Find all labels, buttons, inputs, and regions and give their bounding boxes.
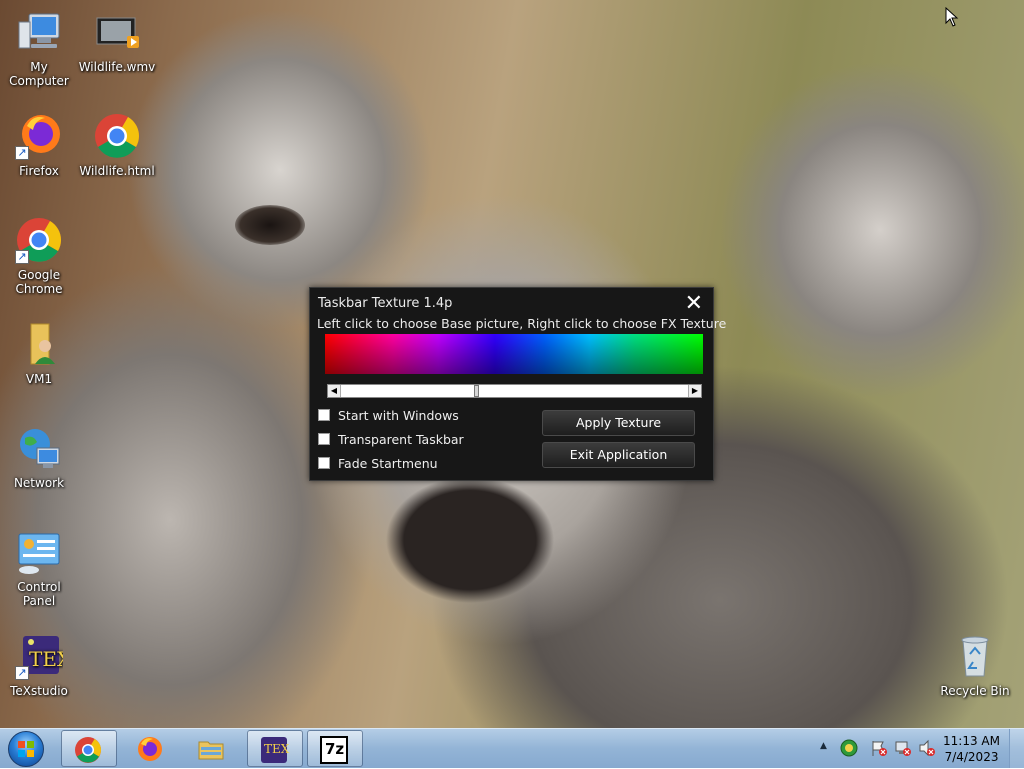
video-file-icon bbox=[93, 8, 141, 56]
slider-thumb[interactable] bbox=[474, 385, 479, 397]
clock-date: 7/4/2023 bbox=[944, 750, 999, 764]
user-folder-icon bbox=[15, 320, 63, 368]
slider-left-arrow[interactable]: ◀ bbox=[328, 385, 341, 397]
svg-text:TEX: TEX bbox=[29, 647, 63, 671]
taskbar-item-texstudio[interactable]: TEX bbox=[247, 730, 303, 767]
shortcut-arrow-icon: ↗ bbox=[15, 666, 29, 680]
wallpaper-detail bbox=[235, 205, 305, 245]
desktop-icon-label: Wildlife.wmv bbox=[78, 60, 156, 74]
network-status-icon[interactable] bbox=[894, 739, 912, 757]
desktop-wallpaper: My Computer Wildlife.wmv ↗ Firefox Wildl… bbox=[0, 0, 1024, 728]
start-button[interactable] bbox=[6, 730, 46, 768]
firefox-icon bbox=[138, 737, 162, 761]
mouse-cursor-icon bbox=[945, 7, 959, 27]
close-button[interactable]: ✕ bbox=[685, 292, 703, 316]
exit-application-button[interactable]: Exit Application bbox=[542, 442, 695, 468]
texstudio-icon: TEX ↗ bbox=[15, 632, 72, 680]
checkbox-box[interactable] bbox=[318, 433, 330, 445]
desktop-icon-wildlife-html[interactable]: Wildlife.html bbox=[78, 112, 156, 178]
chrome-icon bbox=[75, 737, 101, 763]
chrome-icon bbox=[93, 112, 141, 160]
shortcut-arrow-icon: ↗ bbox=[15, 250, 29, 264]
control-panel-icon bbox=[15, 528, 63, 576]
apply-texture-button[interactable]: Apply Texture bbox=[542, 410, 695, 436]
slider-right-arrow[interactable]: ▶ bbox=[688, 385, 701, 397]
taskbar-item-7zip[interactable]: 7z bbox=[307, 730, 363, 767]
desktop-icon-network[interactable]: Network bbox=[0, 424, 78, 490]
checkbox-label: Start with Windows bbox=[338, 408, 459, 423]
desktop-icon-label: VM1 bbox=[25, 372, 53, 386]
desktop-icon-wildlife-wmv[interactable]: Wildlife.wmv bbox=[78, 8, 156, 74]
color-spectrum-picker[interactable] bbox=[325, 334, 703, 374]
volume-muted-icon[interactable] bbox=[918, 739, 936, 757]
checkbox-box[interactable] bbox=[318, 457, 330, 469]
checkbox-box[interactable] bbox=[318, 409, 330, 421]
folder-icon bbox=[198, 741, 224, 760]
hue-slider[interactable]: ◀ ▶ bbox=[327, 384, 702, 398]
taskbar-item-explorer[interactable] bbox=[185, 730, 241, 767]
dialog-title: Taskbar Texture 1.4p bbox=[318, 296, 453, 311]
desktop-icon-label: Wildlife.html bbox=[79, 164, 155, 178]
desktop-icon-firefox[interactable]: ↗ Firefox bbox=[0, 112, 78, 178]
show-desktop-button[interactable] bbox=[1009, 729, 1024, 768]
taskbar-item-chrome[interactable] bbox=[61, 730, 117, 767]
desktop-icon-control-panel[interactable]: Control Panel bbox=[0, 528, 78, 608]
checkbox-fade-startmenu[interactable]: Fade Startmenu bbox=[318, 456, 438, 471]
clock[interactable]: 11:13 AM 7/4/2023 bbox=[943, 733, 1000, 765]
taskbar-item-firefox[interactable] bbox=[123, 730, 179, 767]
firefox-icon: ↗ bbox=[15, 112, 63, 160]
shortcut-arrow-icon: ↗ bbox=[15, 146, 29, 160]
desktop-icon-label: TeXstudio bbox=[10, 684, 68, 698]
windows-logo-icon bbox=[8, 731, 44, 767]
close-icon: ✕ bbox=[684, 291, 703, 316]
desktop-icon-recycle-bin[interactable]: Recycle Bin bbox=[936, 632, 1014, 698]
checkbox-transparent-taskbar[interactable]: Transparent Taskbar bbox=[318, 432, 464, 447]
clock-time: 11:13 AM bbox=[943, 734, 1000, 748]
show-hidden-icons-button[interactable]: ▲ bbox=[820, 741, 827, 751]
desktop-icon-label: Firefox bbox=[19, 164, 59, 178]
desktop-icon-label: Network bbox=[13, 476, 65, 490]
action-center-flag-icon[interactable] bbox=[870, 739, 888, 757]
desktop-icon-label: Recycle Bin bbox=[940, 684, 1010, 698]
recycle-bin-icon bbox=[951, 632, 999, 680]
chrome-icon: ↗ bbox=[15, 216, 63, 264]
instruction-text: Left click to choose Base picture, Right… bbox=[317, 316, 727, 331]
desktop-icon-my-computer[interactable]: My Computer bbox=[0, 8, 78, 88]
network-icon bbox=[15, 424, 63, 472]
desktop-icon-label: Control Panel bbox=[17, 580, 61, 608]
desktop-icon-label: My Computer bbox=[9, 60, 69, 88]
7zip-icon-text: 7z bbox=[325, 740, 345, 758]
computer-icon bbox=[15, 8, 63, 56]
chevron-right-icon: ▶ bbox=[691, 386, 699, 395]
checkbox-label: Fade Startmenu bbox=[338, 456, 438, 471]
system-tray: ▲ 11:13 AM 7/4/2023 bbox=[804, 729, 1024, 769]
desktop-icon-label: Google Chrome bbox=[15, 268, 63, 296]
desktop-icon-vm1[interactable]: VM1 bbox=[0, 320, 78, 386]
security-shield-icon[interactable] bbox=[840, 739, 858, 757]
desktop-icon-texstudio[interactable]: TEX ↗ TeXstudio bbox=[0, 632, 78, 698]
desktop-icon-google-chrome[interactable]: ↗ Google Chrome bbox=[0, 216, 78, 296]
checkbox-label: Transparent Taskbar bbox=[338, 432, 464, 447]
taskbar-texture-dialog: Taskbar Texture 1.4p ✕ Left click to cho… bbox=[309, 287, 726, 481]
chevron-left-icon: ◀ bbox=[330, 386, 338, 395]
checkbox-start-with-windows[interactable]: Start with Windows bbox=[318, 408, 459, 423]
texstudio-icon-text: TEX bbox=[264, 742, 290, 756]
taskbar: TEX 7z ▲ 11:13 AM 7/4/2023 bbox=[0, 728, 1024, 768]
